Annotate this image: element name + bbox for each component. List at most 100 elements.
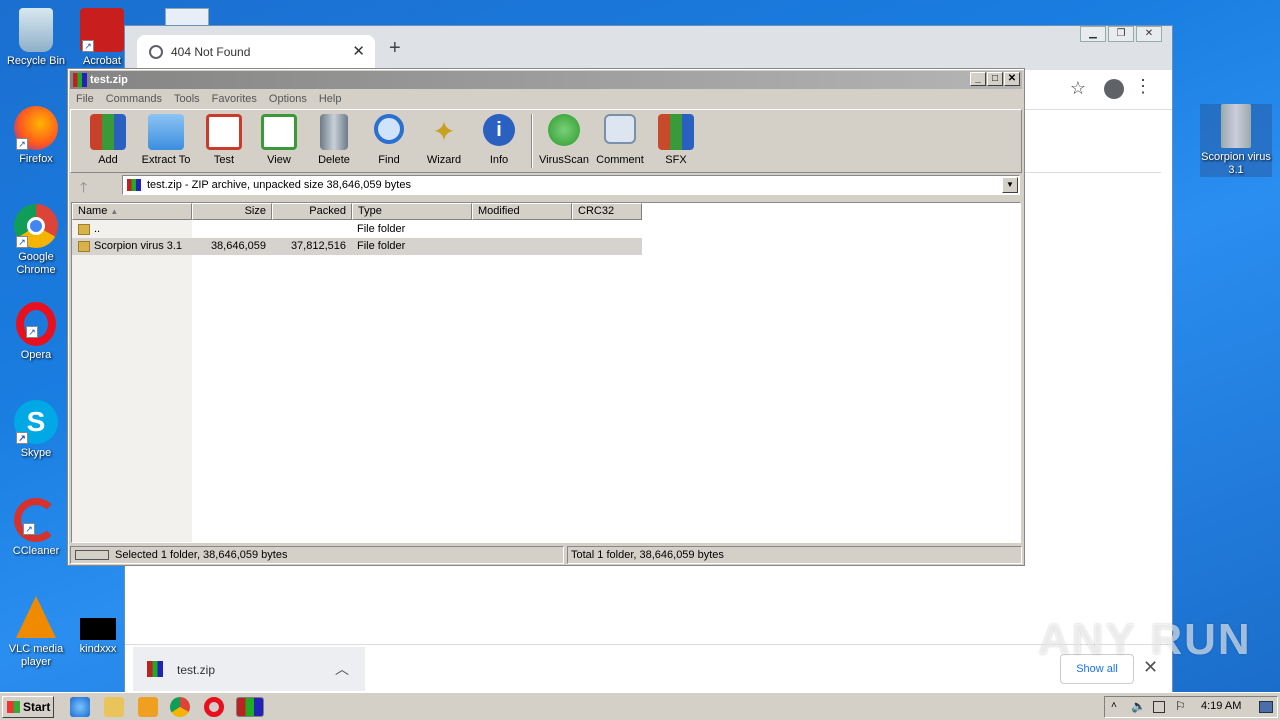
desktop-icon-label: CCleaner xyxy=(12,545,60,557)
desktop-icon-label: Google Chrome xyxy=(16,251,56,276)
show-desktop-icon[interactable] xyxy=(1259,701,1273,713)
drive-key-icon xyxy=(75,550,109,560)
winrar-archive-icon xyxy=(147,661,163,677)
network-icon[interactable] xyxy=(1153,701,1165,713)
up-arrow-icon[interactable]: 🡑 xyxy=(80,177,87,201)
list-item[interactable]: .. File folder xyxy=(72,221,642,238)
toolbar-label: View xyxy=(267,154,291,166)
start-button[interactable]: Start xyxy=(2,696,54,718)
sfx-button[interactable]: SFX xyxy=(647,114,705,166)
desktop-icon-ccleaner[interactable]: ↗ CCleaner xyxy=(1,498,71,558)
flag-icon[interactable]: ⚐ xyxy=(1175,699,1186,713)
opera-taskbar-icon[interactable] xyxy=(204,697,224,717)
desktop-icon-opera[interactable]: ↗ Opera xyxy=(1,302,71,362)
black-file-icon xyxy=(80,618,116,640)
desktop-icon-vlc[interactable]: VLC media player xyxy=(1,596,71,669)
chrome-icon: ↗ xyxy=(14,204,58,248)
item-type: File folder xyxy=(357,240,406,252)
menu-options[interactable]: Options xyxy=(263,90,313,108)
desktop-icon-label: Acrobat xyxy=(83,55,121,67)
desktop-icon-label: Recycle Bin xyxy=(6,55,66,67)
find-button[interactable]: Find xyxy=(360,114,418,166)
menu-tools[interactable]: Tools xyxy=(168,90,206,108)
document-icon[interactable] xyxy=(165,8,209,26)
ie-icon[interactable] xyxy=(70,697,90,717)
toolbar: Add Extract To Test View Delete Find ✦ Wi… xyxy=(70,109,1022,173)
desktop-icon-recycle-bin[interactable]: Recycle Bin xyxy=(1,8,71,68)
extract-to-button[interactable]: Extract To xyxy=(137,114,195,166)
column-header-packed[interactable]: Packed xyxy=(272,203,352,220)
desktop-icon-acrobat[interactable]: ↗ Acrobat xyxy=(77,8,127,68)
restore-button[interactable]: ❐ xyxy=(1108,26,1134,42)
tray-expand-icon[interactable]: ˄ xyxy=(1111,700,1117,711)
view-button[interactable]: View xyxy=(250,114,308,166)
desktop-icon-label: Firefox xyxy=(19,153,53,165)
column-header-crc32[interactable]: CRC32 xyxy=(572,203,642,220)
volume-icon[interactable]: 🔈 xyxy=(1131,699,1146,713)
sort-ascending-icon: ▲ xyxy=(110,207,119,216)
download-item[interactable]: test.zip ︿ xyxy=(133,647,365,691)
item-size: 38,646,059 xyxy=(210,240,266,252)
close-button[interactable]: ✕ xyxy=(1136,26,1162,42)
wizard-button[interactable]: ✦ Wizard xyxy=(415,114,473,166)
add-button[interactable]: Add xyxy=(79,114,137,166)
delete-button[interactable]: Delete xyxy=(305,114,363,166)
column-header-modified[interactable]: Modified xyxy=(472,203,572,220)
start-label: Start xyxy=(23,700,51,714)
divider xyxy=(1025,172,1161,173)
comment-button[interactable]: Comment xyxy=(591,114,649,166)
desktop-icon-label: Skype xyxy=(20,447,52,459)
chrome-taskbar-icon[interactable] xyxy=(170,697,190,717)
account-icon[interactable] xyxy=(1104,79,1124,99)
new-tab-button[interactable]: + xyxy=(389,37,401,60)
clock[interactable]: 4:19 AM xyxy=(1201,700,1241,712)
add-books-icon xyxy=(90,114,126,150)
wand-icon: ✦ xyxy=(432,116,456,147)
winrar-window: test.zip _ □ ✕ File Commands Tools Favor… xyxy=(67,68,1025,566)
acrobat-icon: ↗ xyxy=(80,8,124,52)
desktop-icon-kindxxx[interactable]: kindxxx xyxy=(72,618,124,656)
trash-icon xyxy=(320,114,348,150)
clipboard-check-icon xyxy=(206,114,242,150)
desktop-icon-skype[interactable]: S ↗ Skype xyxy=(1,400,71,460)
toolbar-label: VirusScan xyxy=(539,154,589,166)
item-type: File folder xyxy=(357,223,406,235)
path-field[interactable]: test.zip - ZIP archive, unpacked size 38… xyxy=(122,175,1020,195)
list-item-selected[interactable]: Scorpion virus 3.1 38,646,059 37,812,516… xyxy=(72,238,642,255)
close-button[interactable]: ✕ xyxy=(1004,72,1020,86)
chrome-menu-icon[interactable]: ⋮ xyxy=(1134,76,1152,97)
minimize-button[interactable]: ▁ xyxy=(1080,26,1106,42)
maximize-button[interactable]: □ xyxy=(987,72,1003,86)
column-header-name[interactable]: Name ▲ xyxy=(72,203,192,220)
magnifier-icon xyxy=(374,114,404,144)
item-name: Scorpion virus 3.1 xyxy=(94,240,183,252)
toolbar-label: Test xyxy=(213,154,235,166)
winrar-taskbar-icon[interactable] xyxy=(236,697,264,717)
status-total: Total 1 folder, 38,646,059 bytes xyxy=(567,546,1022,564)
minimize-button[interactable]: _ xyxy=(970,72,986,86)
folder-icon xyxy=(148,114,184,150)
menu-commands[interactable]: Commands xyxy=(100,90,168,108)
desktop-icon-firefox[interactable]: ↗ Firefox xyxy=(1,106,71,166)
close-tab-icon[interactable]: ✕ xyxy=(352,42,365,60)
download-filename: test.zip xyxy=(177,663,216,677)
toolbar-label: Find xyxy=(378,154,400,166)
desktop-icon-scorpion-virus[interactable]: Scorpion virus 3.1 xyxy=(1200,104,1272,177)
test-button[interactable]: Test xyxy=(195,114,253,166)
chevron-up-icon[interactable]: ︿ xyxy=(335,659,349,679)
menu-file[interactable]: File xyxy=(70,90,100,108)
column-header-size[interactable]: Size xyxy=(192,203,272,220)
tab-404-not-found[interactable]: 404 Not Found ✕ xyxy=(137,35,375,70)
menu-help[interactable]: Help xyxy=(313,90,348,108)
media-player-icon[interactable] xyxy=(138,697,158,717)
winrar-title-bar[interactable]: test.zip _ □ ✕ xyxy=(70,71,1022,89)
menu-favorites[interactable]: Favorites xyxy=(206,90,263,108)
explorer-icon[interactable] xyxy=(104,697,124,717)
virusscan-button[interactable]: VirusScan xyxy=(535,114,593,166)
desktop-icon-google-chrome[interactable]: ↗ Google Chrome xyxy=(1,204,71,277)
column-header-type[interactable]: Type xyxy=(352,203,472,220)
chrome-tab-strip: 404 Not Found ✕ + ▁ ❐ ✕ xyxy=(125,26,1172,70)
chevron-down-icon[interactable]: ▼ xyxy=(1002,177,1018,193)
bookmark-star-icon[interactable]: ☆ xyxy=(1070,78,1086,99)
info-button[interactable]: i Info xyxy=(470,114,528,166)
